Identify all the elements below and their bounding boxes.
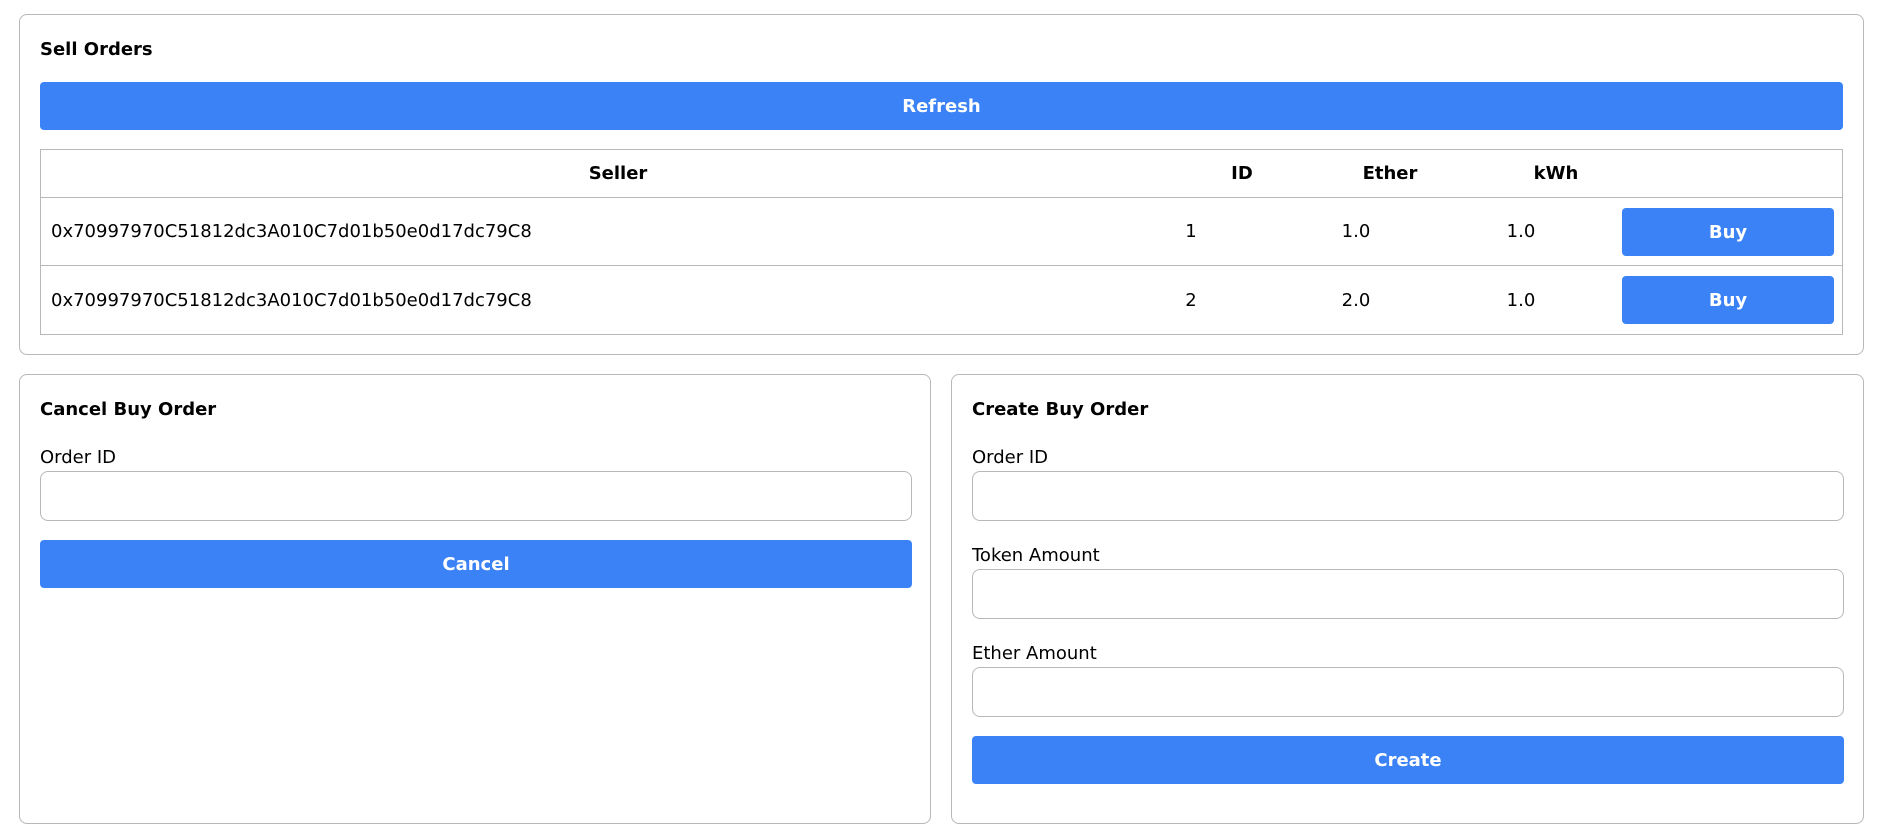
ether-amount-label: Ether Amount [972, 643, 1097, 664]
buy-button[interactable]: Buy [1622, 208, 1834, 256]
ether-value: 2.0 [1341, 289, 1371, 311]
cancel-button[interactable]: Cancel [40, 540, 912, 588]
sell-orders-title: Sell Orders [40, 39, 153, 60]
token-amount-input[interactable] [972, 569, 1844, 619]
ether-amount-input[interactable] [972, 667, 1844, 717]
create-buy-order-panel: Create Buy Order Order ID Token Amount E… [951, 374, 1864, 824]
column-header-kwh: kWh [1533, 163, 1579, 184]
cancel-order-id-label: Order ID [40, 447, 117, 468]
cancel-order-id-input[interactable] [40, 471, 912, 521]
order-id: 1 [1185, 221, 1197, 242]
sell-orders-table: Seller ID Ether kWh 0x70997970C51812dc3A… [40, 149, 1843, 335]
column-header-ether: Ether [1362, 163, 1418, 184]
order-id: 2 [1185, 289, 1197, 311]
seller-address: 0x70997970C51812dc3A010C7d01b50e0d17dc79… [51, 221, 532, 242]
create-buy-order-title: Create Buy Order [972, 399, 1149, 420]
cancel-buy-order-panel: Cancel Buy Order Order ID Cancel [19, 374, 931, 824]
ether-value: 1.0 [1341, 221, 1371, 242]
kwh-value: 1.0 [1506, 221, 1536, 242]
table-header-row: Seller ID Ether kWh [41, 150, 1842, 198]
seller-address: 0x70997970C51812dc3A010C7d01b50e0d17dc79… [51, 289, 532, 311]
table-row: 0x70997970C51812dc3A010C7d01b50e0d17dc79… [41, 198, 1842, 266]
kwh-value: 1.0 [1506, 289, 1536, 311]
token-amount-label: Token Amount [972, 545, 1100, 566]
column-header-id: ID [1231, 163, 1253, 184]
buy-button[interactable]: Buy [1622, 276, 1834, 324]
refresh-button[interactable]: Refresh [40, 82, 1843, 130]
table-row: 0x70997970C51812dc3A010C7d01b50e0d17dc79… [41, 266, 1842, 334]
create-button[interactable]: Create [972, 736, 1844, 784]
sell-orders-panel: Sell Orders Refresh Seller ID Ether kWh … [19, 14, 1864, 355]
create-order-id-input[interactable] [972, 471, 1844, 521]
cancel-buy-order-title: Cancel Buy Order [40, 399, 217, 420]
column-header-seller: Seller [588, 163, 648, 184]
create-order-id-label: Order ID [972, 447, 1049, 468]
